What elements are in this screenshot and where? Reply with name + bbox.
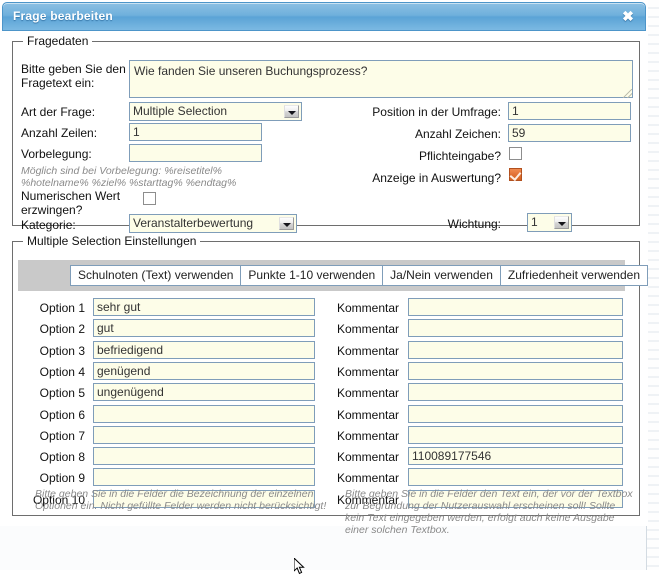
question-text-label: Bitte geben Sie den Fragetext ein: — [21, 62, 139, 90]
comment-label-8: Kommentar — [333, 450, 399, 464]
comment-label-5: Kommentar — [333, 386, 399, 400]
dialog-title: Frage bearbeiten — [13, 9, 113, 23]
comment-input-8[interactable] — [408, 447, 623, 465]
comment-input-3[interactable] — [408, 341, 623, 359]
option-label-6: Option 6 — [21, 408, 85, 422]
options-hint: Bitte geben Sie in die Felder die Bezeic… — [35, 488, 335, 512]
question-data-legend: Fragedaten — [23, 34, 92, 48]
comment-input-9[interactable] — [408, 468, 623, 486]
option-label-4: Option 4 — [21, 365, 85, 379]
option-label-8: Option 8 — [21, 450, 85, 464]
preset-button-3[interactable]: Ja/Nein verwenden — [382, 265, 501, 286]
comments-hint: Bitte geben Sie in die Felder den Text e… — [345, 488, 635, 536]
prefill-input[interactable] — [129, 144, 262, 162]
option-input-9[interactable] — [93, 468, 315, 486]
comment-label-3: Kommentar — [333, 344, 399, 358]
numeric-required-label: Numerischen Wert erzwingen? — [21, 189, 133, 217]
comment-input-6[interactable] — [408, 405, 623, 423]
weighting-label: Wichtung: — [313, 217, 501, 231]
comment-input-1[interactable] — [408, 298, 623, 316]
dialog-titlebar: Frage bearbeiten ✖ — [2, 2, 646, 31]
prefill-label: Vorbelegung: — [21, 147, 92, 161]
show-in-report-checkbox[interactable] — [509, 168, 522, 181]
numeric-required-checkbox[interactable] — [143, 192, 156, 205]
preset-buttons-group: Schulnoten (Text) verwendenPunkte 1-10 v… — [70, 265, 647, 286]
comment-input-4[interactable] — [408, 362, 623, 380]
chevron-down-icon — [284, 105, 299, 118]
option-input-6[interactable] — [93, 405, 315, 423]
comment-label-2: Kommentar — [333, 322, 399, 336]
chevron-down-icon — [554, 216, 569, 229]
option-input-2[interactable] — [93, 319, 315, 337]
preset-button-1[interactable]: Schulnoten (Text) verwenden — [70, 265, 241, 286]
char-count-input[interactable] — [508, 124, 631, 142]
category-label: Kategorie: — [21, 218, 76, 232]
option-input-1[interactable] — [93, 298, 315, 316]
option-input-8[interactable] — [93, 447, 315, 465]
multiselect-legend: Multiple Selection Einstellungen — [23, 234, 200, 248]
option-label-5: Option 5 — [21, 386, 85, 400]
show-in-report-label: Anzeige in Auswertung? — [313, 171, 501, 185]
prefill-hint: Möglich sind bei Vorbelegung: %reisetite… — [21, 165, 283, 189]
comment-label-6: Kommentar — [333, 408, 399, 422]
comment-label-1: Kommentar — [333, 301, 399, 315]
option-input-5[interactable] — [93, 383, 315, 401]
comment-input-2[interactable] — [408, 319, 623, 337]
comment-label-7: Kommentar — [333, 429, 399, 443]
row-count-label: Anzahl Zeilen: — [21, 126, 97, 140]
option-label-2: Option 2 — [21, 322, 85, 336]
mandatory-label: Pflichteingabe? — [313, 149, 501, 163]
comment-input-5[interactable] — [408, 383, 623, 401]
survey-position-input[interactable] — [508, 102, 631, 120]
comment-label-4: Kommentar — [333, 365, 399, 379]
option-input-7[interactable] — [93, 426, 315, 444]
comment-input-7[interactable] — [408, 426, 623, 444]
mandatory-checkbox[interactable] — [509, 147, 522, 160]
weighting-value: 1 — [531, 215, 538, 229]
char-count-label: Anzahl Zeichen: — [313, 127, 501, 141]
question-type-value: Multiple Selection — [133, 104, 227, 118]
preset-button-bar: Schulnoten (Text) verwendenPunkte 1-10 v… — [18, 260, 625, 291]
weighting-select[interactable]: 1 — [527, 213, 572, 232]
question-text-input[interactable] — [129, 60, 633, 98]
option-label-3: Option 3 — [21, 344, 85, 358]
preset-button-4[interactable]: Zufriedenheit verwenden — [500, 265, 648, 286]
question-data-fieldset: Fragedaten Bitte geben Sie den Fragetext… — [12, 34, 640, 226]
question-type-label: Art der Frage: — [21, 105, 95, 119]
category-select[interactable]: Veranstalterbewertung — [129, 214, 297, 233]
survey-position-label: Position in der Umfrage: — [313, 105, 501, 119]
option-input-3[interactable] — [93, 341, 315, 359]
category-value: Veranstalterbewertung — [133, 216, 253, 230]
option-label-1: Option 1 — [21, 301, 85, 315]
row-count-input[interactable] — [129, 123, 262, 141]
question-type-select[interactable]: Multiple Selection — [129, 102, 302, 121]
close-icon[interactable]: ✖ — [620, 7, 636, 25]
comment-label-9: Kommentar — [333, 471, 399, 485]
option-input-4[interactable] — [93, 362, 315, 380]
edit-question-dialog: Frage bearbeiten ✖ Fragedaten Bitte gebe… — [0, 0, 648, 526]
chevron-down-icon — [279, 217, 294, 230]
option-label-7: Option 7 — [21, 429, 85, 443]
option-label-9: Option 9 — [21, 471, 85, 485]
preset-button-2[interactable]: Punkte 1-10 verwenden — [240, 265, 383, 286]
multiselect-settings-fieldset: Multiple Selection Einstellungen Schulno… — [12, 234, 640, 516]
